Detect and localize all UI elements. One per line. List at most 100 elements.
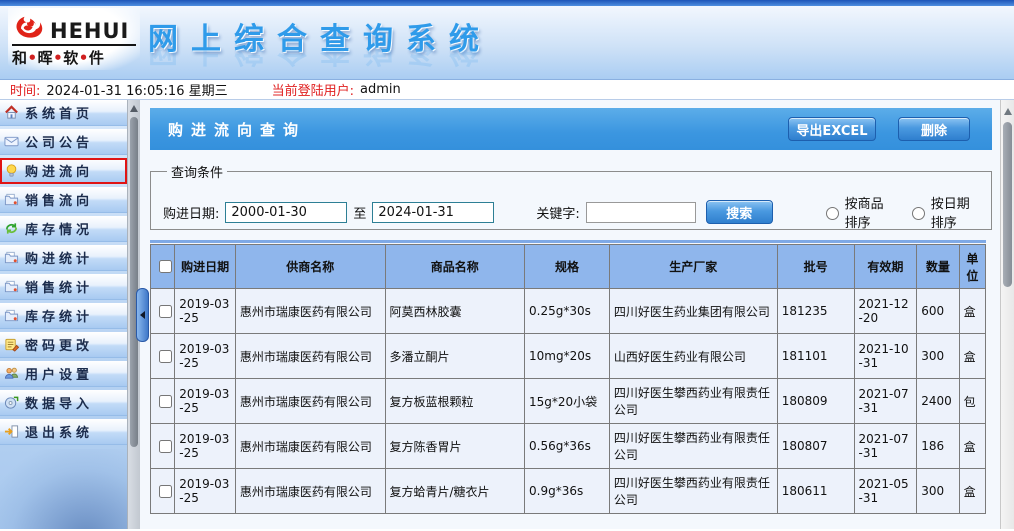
disk-icon	[4, 395, 20, 410]
cell-date: 2019-03-25	[175, 424, 236, 469]
row-checkbox[interactable]	[159, 350, 172, 363]
sidebar-item-label: 购进统计	[25, 248, 93, 267]
cell-qty: 300	[917, 334, 959, 379]
cell-expiry: 2021-07-31	[854, 379, 917, 424]
sidebar-item-sales-stats[interactable]: 销售统计	[0, 274, 127, 300]
col-header-batch: 批号	[777, 245, 854, 289]
sidebar-item-label: 购进流向	[25, 161, 93, 180]
table-row: 2019-03-25 惠州市瑞康医药有限公司 阿莫西林胶囊 0.25g*30s …	[151, 289, 986, 334]
users-icon	[4, 366, 20, 381]
time-label: 时间:	[10, 80, 40, 99]
sort-by-date-label: 按日期排序	[931, 193, 979, 231]
sidebar-item-data-import[interactable]: 数据导入	[0, 390, 127, 416]
sidebar-decoration	[0, 449, 127, 529]
sidebar-item-announcements[interactable]: 公司公告	[0, 129, 127, 155]
cell-date: 2019-03-25	[175, 469, 236, 514]
cell-qty: 2400	[917, 379, 959, 424]
sidebar-collapse-handle[interactable]	[136, 288, 149, 342]
main-content: 购进流向查询 导出EXCEL 删除 查询条件 购进日期: 至 关键字: 搜索 按…	[140, 100, 1000, 529]
table-row: 2019-03-25 惠州市瑞康医药有限公司 多潘立酮片 10mg*20s 山西…	[151, 334, 986, 379]
sidebar: 系统首页 公司公告 购进流向 销售流向 库存情况	[0, 100, 127, 529]
cell-expiry: 2021-12-20	[854, 289, 917, 334]
cell-expiry: 2021-05-31	[854, 469, 917, 514]
home-icon	[4, 105, 20, 120]
sidebar-item-home[interactable]: 系统首页	[0, 100, 127, 126]
col-header-manufacturer: 生产厂家	[609, 245, 777, 289]
col-header-expiry: 有效期	[854, 245, 917, 289]
cell-spec: 10mg*20s	[525, 334, 610, 379]
brand-name: HEHUI	[50, 20, 129, 42]
row-checkbox[interactable]	[159, 395, 172, 408]
sidebar-item-exit[interactable]: 退出系统	[0, 419, 127, 445]
delete-button[interactable]: 删除	[898, 117, 970, 141]
date-from-input[interactable]	[225, 202, 347, 223]
date-to-input[interactable]	[372, 202, 494, 223]
row-checkbox[interactable]	[159, 440, 172, 453]
sort-options: 按商品排序 按日期排序	[821, 193, 979, 231]
cell-unit: 盒	[959, 289, 985, 334]
sidebar-item-password-change[interactable]: 密码更改	[0, 332, 127, 358]
row-checkbox[interactable]	[159, 485, 172, 498]
sidebar-item-label: 退出系统	[25, 422, 93, 441]
cell-spec: 15g*20小袋	[525, 379, 610, 424]
cell-spec: 0.56g*36s	[525, 424, 610, 469]
sidebar-item-purchase-flow[interactable]: 购进流向	[0, 158, 127, 184]
current-user-value: admin	[360, 82, 401, 97]
sidebar-item-purchase-stats[interactable]: 购进统计	[0, 245, 127, 271]
export-excel-button[interactable]: 导出EXCEL	[788, 117, 876, 141]
cell-unit: 盒	[959, 424, 985, 469]
cell-expiry: 2021-10-31	[854, 334, 917, 379]
app-header: HEHUI 和•晖•软•件 网上综合查询系统 网上综合查询系统	[0, 6, 1014, 80]
cell-date: 2019-03-25	[175, 334, 236, 379]
panel-title: 购进流向查询	[150, 119, 306, 140]
page-scrollbar[interactable]	[1000, 100, 1014, 529]
sidebar-item-inventory-status[interactable]: 库存情况	[0, 216, 127, 242]
table-row: 2019-03-25 惠州市瑞康医药有限公司 复方板蓝根颗粒 15g*20小袋 …	[151, 379, 986, 424]
search-button[interactable]: 搜索	[706, 200, 773, 224]
sidebar-item-user-settings[interactable]: 用户设置	[0, 361, 127, 387]
bulb-icon	[4, 163, 20, 178]
cell-supplier: 惠州市瑞康医药有限公司	[235, 289, 385, 334]
panel-title-bar: 购进流向查询 导出EXCEL 删除	[150, 108, 992, 150]
cell-product: 多潘立酮片	[385, 334, 525, 379]
cell-spec: 0.9g*36s	[525, 469, 610, 514]
sort-by-date-radio[interactable]	[912, 207, 925, 220]
cell-product: 复方陈香胃片	[385, 424, 525, 469]
query-conditions-legend: 查询条件	[167, 162, 227, 181]
cell-manufacturer: 四川好医生攀西药业有限责任公司	[609, 424, 777, 469]
cell-batch: 180611	[777, 469, 854, 514]
col-header-qty: 数量	[917, 245, 959, 289]
cell-manufacturer: 四川好医生药业集团有限公司	[609, 289, 777, 334]
select-all-checkbox[interactable]	[159, 260, 172, 273]
cell-qty: 600	[917, 289, 959, 334]
sort-by-product-label: 按商品排序	[845, 193, 893, 231]
cell-manufacturer: 四川好医生攀西药业有限责任公司	[609, 379, 777, 424]
cell-batch: 181235	[777, 289, 854, 334]
folder-icon	[4, 192, 20, 207]
scroll-up-icon[interactable]	[1004, 108, 1012, 115]
cell-qty: 186	[917, 424, 959, 469]
sidebar-item-label: 数据导入	[25, 393, 93, 412]
cell-qty: 300	[917, 469, 959, 514]
page-scrollbar-thumb[interactable]	[1003, 122, 1012, 287]
sidebar-scrollbar-thumb[interactable]	[130, 117, 138, 447]
cell-expiry: 2021-07-31	[854, 424, 917, 469]
sidebar-item-label: 公司公告	[25, 132, 93, 151]
body-wrap: 系统首页 公司公告 购进流向 销售流向 库存情况	[0, 100, 1014, 529]
scroll-up-icon[interactable]	[130, 105, 138, 112]
cell-spec: 0.25g*30s	[525, 289, 610, 334]
sidebar-item-sales-flow[interactable]: 销售流向	[0, 187, 127, 213]
sidebar-item-inventory-stats[interactable]: 库存统计	[0, 303, 127, 329]
keyword-input[interactable]	[586, 202, 696, 223]
query-conditions-fieldset: 查询条件 购进日期: 至 关键字: 搜索 按商品排序 按日期排序	[150, 162, 992, 230]
keyword-label: 关键字:	[536, 203, 579, 222]
table-top-bar	[150, 240, 986, 243]
row-checkbox[interactable]	[159, 305, 172, 318]
sidebar-item-label: 销售统计	[25, 277, 93, 296]
exit-icon	[4, 424, 20, 439]
current-user-label: 当前登陆用户:	[272, 80, 354, 99]
sidebar-item-label: 系统首页	[25, 103, 93, 122]
purchase-flow-table: 购进日期 供商名称 商品名称 规格 生产厂家 批号 有效期 数量 单位 2019…	[150, 244, 986, 514]
cell-manufacturer: 山西好医生药业有限公司	[609, 334, 777, 379]
sort-by-product-radio[interactable]	[826, 207, 839, 220]
